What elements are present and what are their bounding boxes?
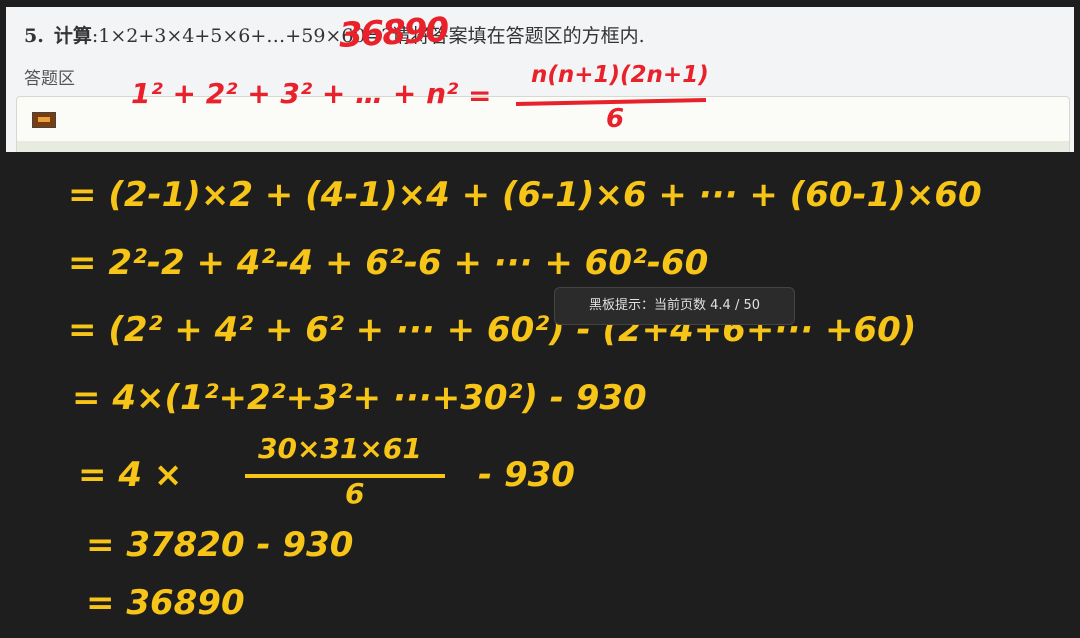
solution-line-5-suffix: - 930 bbox=[478, 455, 575, 495]
solution-line-4: = 4×(1²+2²+3²+ ···+30²) - 930 bbox=[72, 378, 647, 418]
solution-line-5-prefix: = 4 × bbox=[78, 455, 183, 495]
question-label: 计算 bbox=[53, 25, 92, 47]
question-number: 5. bbox=[24, 25, 44, 47]
solution-line-7: = 36890 bbox=[86, 583, 245, 623]
sum-of-squares-numerator: n(n+1)(2n+1) bbox=[531, 62, 709, 88]
sum-of-squares-lhs: 1² + 2² + 3² + … + n² bbox=[131, 77, 459, 110]
page-tooltip: 黑板提示：当前页数 4.4 / 50 bbox=[554, 287, 795, 325]
answer-box-inner bbox=[17, 141, 1069, 152]
image-icon[interactable] bbox=[32, 112, 56, 128]
question-panel: 5. 计算:1×2+3×4+5×6+…+59×60=?请将答案填在答题区的方框内.… bbox=[6, 7, 1074, 152]
answer-area-label: 答题区 bbox=[24, 69, 75, 89]
handwritten-answer: 36890 bbox=[338, 10, 449, 56]
question-text: 5. 计算:1×2+3×4+5×6+…+59×60=?请将答案填在答题区的方框内. bbox=[24, 21, 645, 48]
solution-line-2: = 2²-2 + 4²-4 + 6²-6 + ··· + 60²-60 bbox=[68, 243, 709, 283]
solution-line-1: = (2-1)×2 + (4-1)×4 + (6-1)×6 + ··· + (6… bbox=[68, 175, 982, 215]
solution-line-5-numerator: 30×31×61 bbox=[258, 432, 422, 465]
solution-line-5-denominator: 6 bbox=[345, 477, 365, 510]
sum-of-squares-equals: = bbox=[468, 79, 492, 112]
sum-of-squares-denominator: 6 bbox=[606, 104, 625, 134]
solution-line-6: = 37820 - 930 bbox=[86, 525, 354, 565]
